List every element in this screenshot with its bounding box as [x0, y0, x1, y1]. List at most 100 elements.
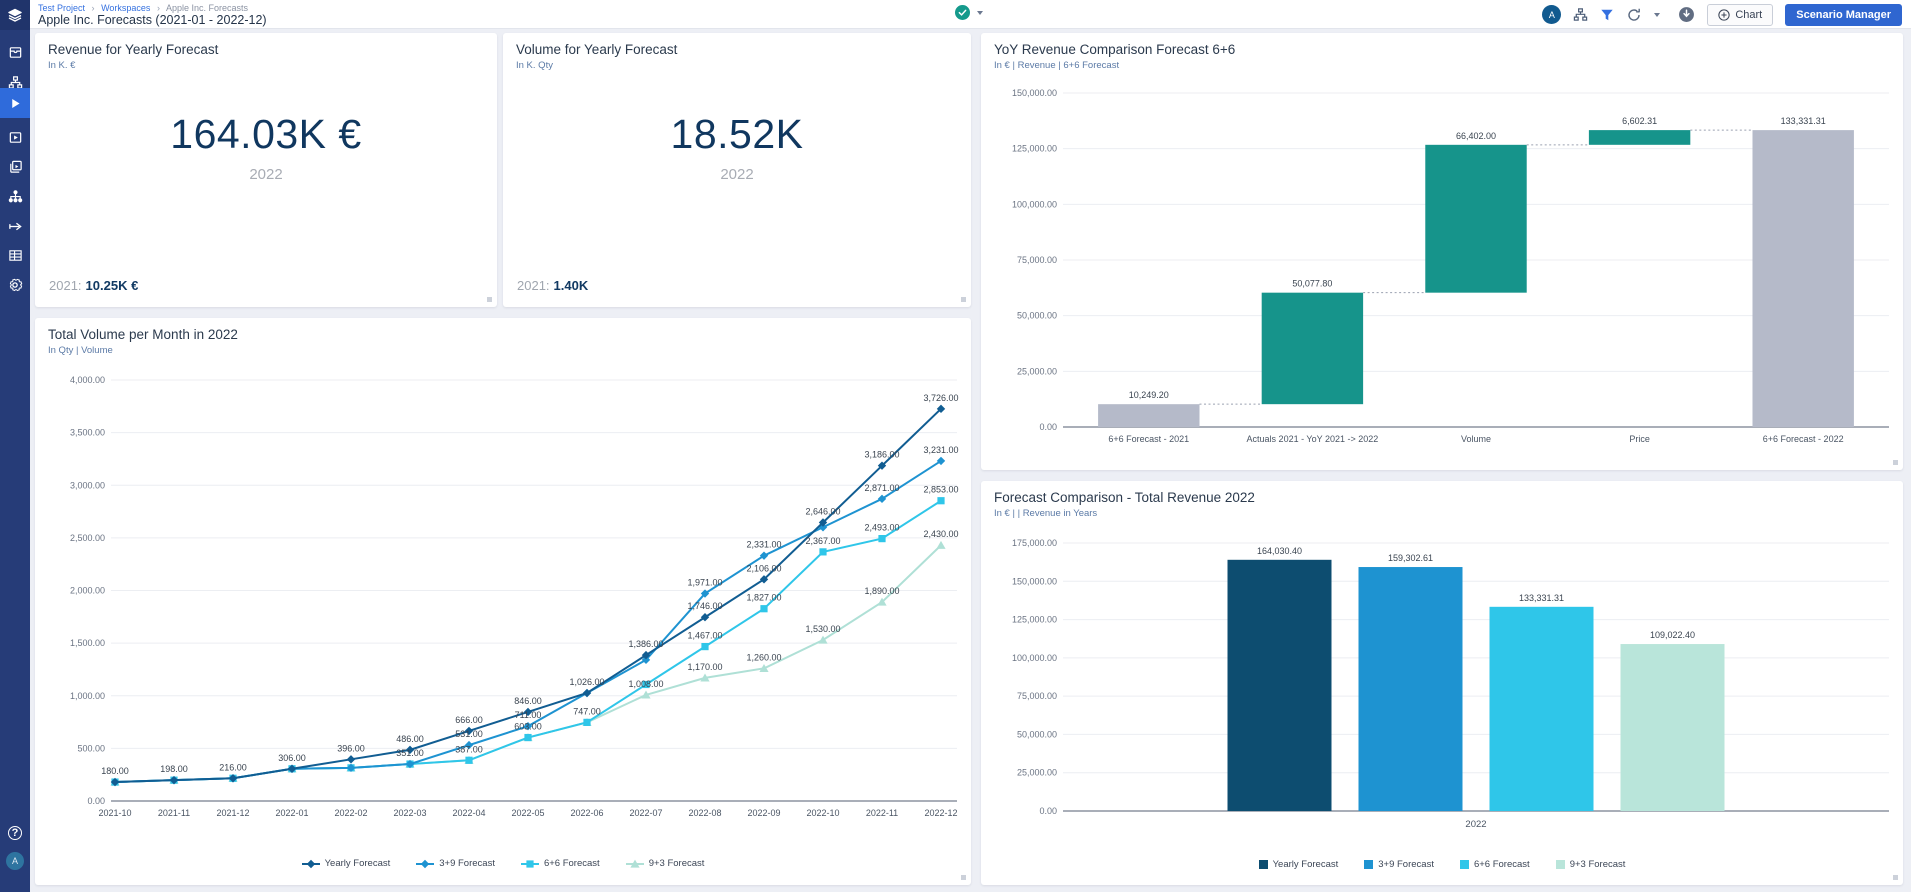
svg-text:387.00: 387.00 [455, 744, 483, 754]
svg-text:2,871.00: 2,871.00 [864, 483, 899, 493]
svg-text:0.00: 0.00 [87, 796, 105, 806]
svg-text:2022-12: 2022-12 [924, 808, 957, 818]
svg-text:396.00: 396.00 [337, 743, 365, 753]
svg-text:2022-10: 2022-10 [806, 808, 839, 818]
add-chart-button[interactable]: Chart [1707, 4, 1773, 26]
models-icon[interactable] [0, 37, 30, 67]
legend-item[interactable]: Yearly Forecast [1259, 859, 1339, 870]
kpi-previous-year: 2021:1.40K [517, 278, 588, 293]
svg-text:2,493.00: 2,493.00 [864, 523, 899, 533]
legend-item[interactable]: 9+3 Forecast [1556, 859, 1626, 870]
svg-text:351.00: 351.00 [396, 748, 424, 758]
chevron-right-icon: › [92, 3, 95, 13]
svg-text:2022: 2022 [1465, 819, 1486, 830]
top-header: Test Project › Workspaces › Apple Inc. F… [30, 0, 1911, 29]
kpi-value: 164.03K € [35, 111, 497, 158]
chart-legend: Yearly Forecast 3+9 Forecast 6+6 Forecast 9… [981, 859, 1903, 870]
legend-item[interactable]: 3+9 Forecast [416, 858, 495, 869]
app-logo-icon[interactable] [0, 0, 30, 30]
plus-circle-icon [1718, 9, 1730, 21]
svg-text:2022-11: 2022-11 [866, 808, 898, 818]
forecast-bar-chart: 0.0025,000.0050,000.0075,000.00100,000.0… [987, 527, 1897, 845]
kpi-card-volume: Volume for Yearly Forecast In K. Qty 18.… [503, 33, 971, 307]
svg-text:1,008.00: 1,008.00 [628, 679, 663, 689]
svg-text:1,026.00: 1,026.00 [569, 677, 604, 687]
svg-text:159,302.61: 159,302.61 [1388, 553, 1433, 563]
svg-text:0.00: 0.00 [1039, 806, 1057, 816]
legend-item[interactable]: Yearly Forecast [302, 858, 391, 869]
svg-text:25,000.00: 25,000.00 [1017, 366, 1057, 376]
tables-icon[interactable] [0, 240, 30, 270]
svg-text:100,000.00: 100,000.00 [1012, 653, 1057, 663]
chart-subtitle: In € | | Revenue in Years [994, 508, 1097, 519]
resize-handle[interactable] [1893, 875, 1898, 880]
yoy-waterfall-chart: 0.0025,000.0050,000.0075,000.00100,000.0… [987, 79, 1897, 457]
kpi-unit: In K. Qty [516, 60, 553, 71]
svg-text:2,646.00: 2,646.00 [805, 507, 840, 517]
line-chart-panel: Total Volume per Month in 2022 In Qty | … [35, 318, 971, 885]
svg-text:2022-01: 2022-01 [275, 808, 308, 818]
svg-text:3,500.00: 3,500.00 [70, 428, 105, 438]
svg-text:2,367.00: 2,367.00 [805, 536, 840, 546]
status-check-icon [955, 5, 970, 20]
breadcrumb-link-project[interactable]: Test Project [38, 3, 85, 13]
resize-handle[interactable] [1893, 460, 1898, 465]
svg-text:133,331.31: 133,331.31 [1781, 116, 1826, 126]
svg-text:164,030.40: 164,030.40 [1257, 546, 1302, 556]
svg-text:1,386.00: 1,386.00 [628, 639, 663, 649]
volume-line-chart: 0.00500.001,000.001,500.002,000.002,500.… [41, 364, 965, 829]
svg-text:175,000.00: 175,000.00 [1012, 538, 1057, 548]
org-structure-icon[interactable] [0, 181, 30, 211]
svg-text:2,853.00: 2,853.00 [923, 485, 958, 495]
chart-title: Forecast Comparison - Total Revenue 2022 [994, 490, 1255, 505]
svg-text:0.00: 0.00 [1039, 422, 1057, 432]
svg-text:Actuals 2021 - YoY 2021 -> 202: Actuals 2021 - YoY 2021 -> 2022 [1247, 434, 1379, 444]
scenario-status-button[interactable] [955, 5, 983, 20]
legend-item[interactable]: 6+6 Forecast [1460, 859, 1530, 870]
svg-text:3,000.00: 3,000.00 [70, 480, 105, 490]
settings-gear-icon[interactable] [0, 270, 30, 300]
legend-item[interactable]: 6+6 Forecast [521, 858, 600, 869]
simulations-icon[interactable] [0, 88, 30, 118]
download-icon[interactable] [1678, 6, 1695, 23]
svg-text:1,170.00: 1,170.00 [687, 662, 722, 672]
svg-text:2,430.00: 2,430.00 [923, 529, 958, 539]
svg-text:2021-11: 2021-11 [158, 808, 190, 818]
help-icon[interactable]: ? [0, 818, 30, 848]
hierarchy-view-icon[interactable] [1573, 7, 1588, 22]
reports-icon[interactable] [0, 151, 30, 181]
refresh-options-caret[interactable] [1654, 13, 1660, 17]
svg-text:2022-07: 2022-07 [629, 808, 662, 818]
svg-text:198.00: 198.00 [160, 764, 188, 774]
svg-text:109,022.40: 109,022.40 [1650, 630, 1695, 640]
svg-text:2022-06: 2022-06 [570, 808, 603, 818]
scenario-manager-button[interactable]: Scenario Manager [1785, 4, 1902, 26]
svg-text:2022-09: 2022-09 [747, 808, 780, 818]
svg-text:603.00: 603.00 [514, 722, 542, 732]
refresh-icon[interactable] [1626, 7, 1642, 23]
svg-text:500.00: 500.00 [77, 743, 105, 753]
resize-handle[interactable] [961, 297, 966, 302]
svg-text:150,000.00: 150,000.00 [1012, 576, 1057, 586]
transfer-icon[interactable] [0, 211, 30, 241]
resize-handle[interactable] [961, 875, 966, 880]
legend-item[interactable]: 9+3 Forecast [626, 858, 705, 869]
svg-text:25,000.00: 25,000.00 [1017, 768, 1057, 778]
svg-text:711.00: 711.00 [515, 710, 542, 720]
svg-text:1,260.00: 1,260.00 [746, 652, 781, 662]
svg-text:125,000.00: 125,000.00 [1012, 615, 1057, 625]
presentations-icon[interactable] [0, 122, 30, 152]
svg-text:6+6 Forecast - 2021: 6+6 Forecast - 2021 [1108, 434, 1189, 444]
resize-handle[interactable] [487, 297, 492, 302]
user-avatar[interactable]: A [0, 846, 30, 876]
breadcrumb: Test Project › Workspaces › Apple Inc. F… [38, 3, 248, 13]
svg-text:2022-02: 2022-02 [334, 808, 367, 818]
filter-icon[interactable] [1600, 8, 1614, 22]
svg-text:2022-03: 2022-03 [393, 808, 426, 818]
header-avatar[interactable]: A [1542, 5, 1561, 24]
breadcrumb-link-workspaces[interactable]: Workspaces [101, 3, 150, 13]
svg-text:2021-10: 2021-10 [98, 808, 131, 818]
legend-item[interactable]: 3+9 Forecast [1364, 859, 1434, 870]
kpi-unit: In K. € [48, 60, 75, 71]
chart-subtitle: In € | Revenue | 6+6 Forecast [994, 60, 1119, 71]
